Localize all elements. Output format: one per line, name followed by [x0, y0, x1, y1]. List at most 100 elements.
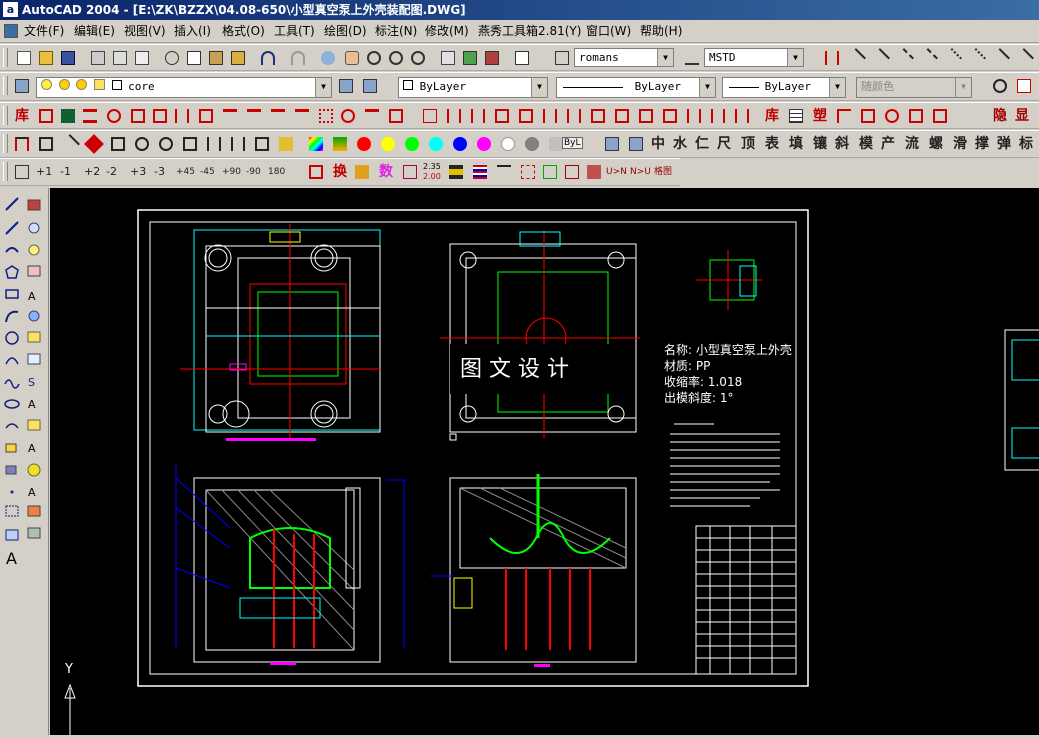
rotate-plus-2-button[interactable]: +2	[84, 164, 100, 180]
layer-select[interactable]: core ▼	[36, 77, 332, 98]
yx-xiang-button[interactable]: 镶	[810, 134, 830, 154]
yx-cheng-button[interactable]: 撑	[972, 134, 992, 154]
mold-tool-33-button[interactable]	[906, 106, 926, 126]
line-tool-c-button[interactable]	[894, 48, 914, 68]
mold-tool-32-button[interactable]	[882, 106, 902, 126]
color-blue-button[interactable]	[450, 134, 470, 154]
rotate-tool-button[interactable]	[12, 162, 32, 182]
drawing-canvas[interactable]: 图 文 设 计 名称: 小型真空泵上外壳 材质: PP 收缩率: 1.018 出…	[50, 188, 1039, 735]
make-layer-current-button[interactable]	[336, 76, 356, 96]
mold-tool-31-button[interactable]	[858, 106, 878, 126]
menu-window[interactable]: 窗口(W)	[586, 23, 631, 39]
mold-tool-11-button[interactable]	[268, 106, 288, 126]
move-tool-button[interactable]	[562, 162, 582, 182]
mold-tool-13-button[interactable]	[316, 106, 336, 126]
toolbar-grip[interactable]	[3, 134, 8, 153]
color-yellow-button[interactable]	[378, 134, 398, 154]
mold-tool-8-button[interactable]	[196, 106, 216, 126]
rotate-minus-3-button[interactable]: -3	[154, 164, 165, 180]
plastic-button[interactable]: 塑	[810, 106, 830, 126]
block-tool-button[interactable]	[584, 162, 604, 182]
text-style-select[interactable]: romans ▼	[574, 48, 674, 67]
hatch-tool-button[interactable]	[446, 162, 466, 182]
rotate-plus-1-button[interactable]: +1	[36, 164, 52, 180]
mold-tool-18-button[interactable]	[468, 106, 488, 126]
line-tool-e-button[interactable]	[942, 48, 962, 68]
mold-tool-25-button[interactable]	[636, 106, 656, 126]
color-gray-button[interactable]	[522, 134, 542, 154]
yx-tan-button[interactable]: 弹	[994, 134, 1014, 154]
color-green-button[interactable]	[402, 134, 422, 154]
swap-button[interactable]: 换	[330, 162, 350, 182]
mold-tool-34-button[interactable]	[930, 106, 950, 126]
color-red-button[interactable]	[354, 134, 374, 154]
line-tool-g-button[interactable]	[990, 48, 1010, 68]
mold-tool-16-button[interactable]	[386, 106, 406, 126]
mold-tool-12-button[interactable]	[292, 106, 312, 126]
mold-tool-28-button[interactable]	[708, 106, 728, 126]
mold-tool-22-button[interactable]	[564, 106, 584, 126]
plate-tool-2-button[interactable]	[36, 134, 56, 154]
color-palette-button[interactable]	[306, 134, 326, 154]
cut-button[interactable]	[162, 48, 182, 68]
dim-style-button[interactable]	[682, 48, 702, 68]
menu-file[interactable]: 文件(F)	[24, 23, 64, 39]
color-select[interactable]: ByLayer ▼	[398, 77, 548, 98]
menu-format[interactable]: 格式(O)	[222, 23, 265, 39]
explode-tool-button[interactable]	[518, 162, 538, 182]
mold-tool-1-button[interactable]	[36, 106, 56, 126]
yx-luo-button[interactable]: 螺	[926, 134, 946, 154]
line-tool-b-button[interactable]	[870, 48, 890, 68]
mold-tool-7-button[interactable]	[172, 106, 192, 126]
mold-tool-20-button[interactable]	[516, 106, 536, 126]
yx-shui-button[interactable]: 水	[670, 134, 690, 154]
pan-button[interactable]	[342, 48, 362, 68]
line-tool-h-button[interactable]	[1014, 48, 1034, 68]
dim-linear-button[interactable]	[822, 48, 842, 68]
plate-tool-5-button[interactable]	[108, 134, 128, 154]
mold-tool-10-button[interactable]	[244, 106, 264, 126]
autocad-app-icon[interactable]: a	[3, 2, 18, 17]
rotate-plus-90-button[interactable]: +90	[222, 164, 241, 180]
mold-tool-30-button[interactable]	[834, 106, 854, 126]
menu-view[interactable]: 视图(V)	[124, 23, 166, 39]
color-bylayer-button[interactable]: ByL	[560, 134, 584, 154]
yx-tian-button[interactable]: 填	[786, 134, 806, 154]
menu-help[interactable]: 帮助(H)	[640, 23, 682, 39]
save-button[interactable]	[58, 48, 78, 68]
scale-button[interactable]: 2.35 2.00	[422, 162, 444, 182]
menu-tools[interactable]: 工具(T)	[274, 23, 315, 39]
mold-tool-5-button[interactable]	[128, 106, 148, 126]
yx-liu-button[interactable]: 流	[902, 134, 922, 154]
mold-tool-15-button[interactable]	[362, 106, 382, 126]
mold-tool-6-button[interactable]	[150, 106, 170, 126]
rotate-minus-1-button[interactable]: -1	[60, 164, 71, 180]
design-center-button[interactable]	[460, 48, 480, 68]
line-tool-button[interactable]	[494, 162, 514, 182]
help-button[interactable]	[512, 48, 532, 68]
linetype-select[interactable]: ByLayer ▼	[556, 77, 716, 98]
curve-tool-button[interactable]	[352, 162, 372, 182]
plate-tool-7-button[interactable]	[156, 134, 176, 154]
new-file-button[interactable]	[14, 48, 34, 68]
library-2-button[interactable]: 库	[762, 106, 782, 126]
menu-draw[interactable]: 绘图(D)	[324, 23, 367, 39]
3d-dwf-button[interactable]	[318, 48, 338, 68]
mold-tool-21-button[interactable]	[540, 106, 560, 126]
align-tool-button[interactable]	[540, 162, 560, 182]
plate-tool-3-button[interactable]	[60, 134, 80, 154]
properties-button[interactable]	[438, 48, 458, 68]
lineweight-select[interactable]: ByLayer ▼	[722, 77, 846, 98]
rotate-180-button[interactable]: 180	[268, 164, 285, 180]
menu-insert[interactable]: 插入(I)	[174, 23, 211, 39]
text-style-button[interactable]	[552, 48, 572, 68]
toolbar-grip[interactable]	[3, 48, 8, 67]
toolbar-grip[interactable]	[3, 106, 8, 125]
line-tool-a-button[interactable]	[846, 48, 866, 68]
yx-ren-button[interactable]: 仁	[692, 134, 712, 154]
redo-button[interactable]	[288, 48, 308, 68]
n-to-unit-button[interactable]: N>U	[630, 164, 651, 180]
menu-edit[interactable]: 编辑(E)	[74, 23, 115, 39]
mold-tool-24-button[interactable]	[612, 106, 632, 126]
layer-manager-button[interactable]	[12, 76, 32, 96]
